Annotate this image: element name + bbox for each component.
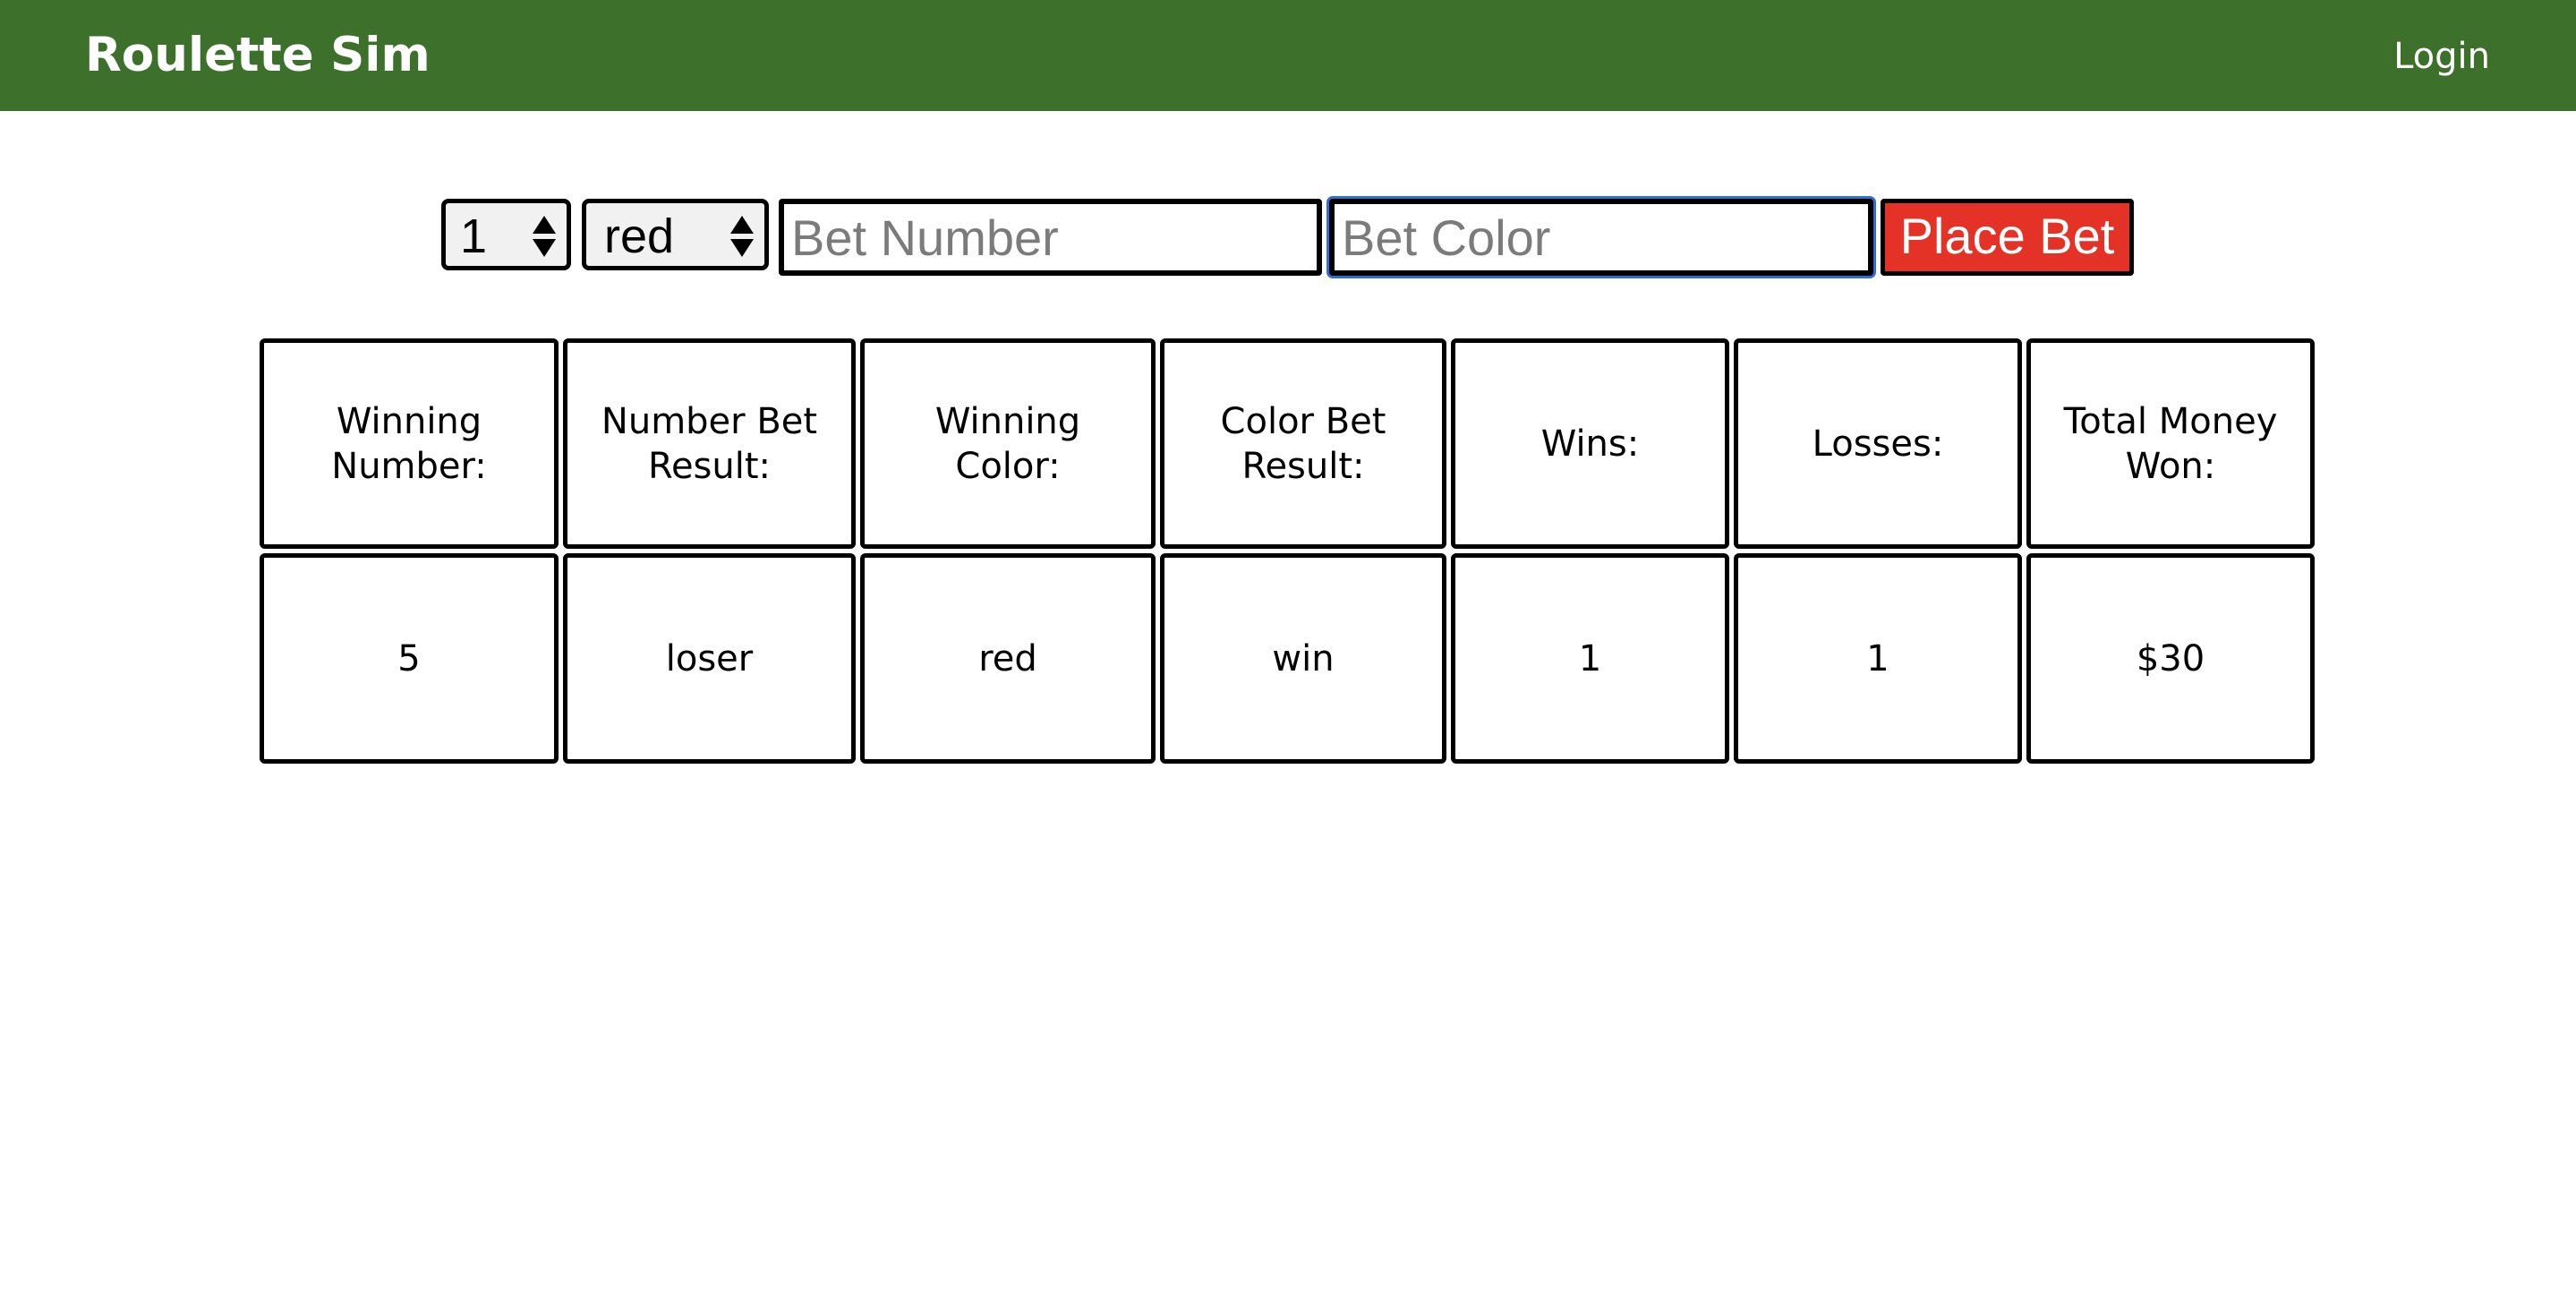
app-title[interactable]: Roulette Sim (85, 0, 431, 111)
value-number-bet-result: loser (563, 553, 856, 764)
results-table: Winning Number: Number Bet Result: Winni… (260, 338, 2315, 765)
value-winning-number: 5 (260, 553, 559, 764)
spinner-down-icon[interactable] (730, 239, 754, 257)
top-navbar: Roulette Sim Login (0, 0, 2576, 111)
header-losses: Losses: (1734, 338, 2022, 549)
value-wins: 1 (1451, 553, 1729, 764)
color-select-value: red (604, 209, 675, 263)
value-total-money-won: $30 (2026, 553, 2315, 764)
bet-color-input[interactable] (1329, 199, 1873, 276)
bet-form: 1 red Place Bet (0, 199, 2576, 276)
color-select-spinner-icon[interactable] (730, 214, 754, 259)
spinner-down-icon[interactable] (533, 239, 556, 257)
header-total-money-won: Total Money Won: (2026, 338, 2315, 549)
bet-number-input[interactable] (779, 199, 1322, 276)
color-select[interactable]: red (582, 199, 769, 270)
value-losses: 1 (1734, 553, 2022, 764)
header-winning-color: Winning Color: (860, 338, 1156, 549)
login-link[interactable]: Login (2393, 0, 2490, 111)
number-select[interactable]: 1 (441, 199, 571, 270)
number-select-spinner-icon[interactable] (533, 214, 556, 259)
header-winning-number: Winning Number: (260, 338, 559, 549)
value-color-bet-result: win (1160, 553, 1446, 764)
header-number-bet-result: Number Bet Result: (563, 338, 856, 549)
value-winning-color: red (860, 553, 1156, 764)
spinner-up-icon[interactable] (730, 216, 754, 234)
header-wins: Wins: (1451, 338, 1729, 549)
spinner-up-icon[interactable] (533, 216, 556, 234)
place-bet-button[interactable]: Place Bet (1881, 199, 2134, 276)
number-select-value: 1 (460, 209, 488, 263)
header-color-bet-result: Color Bet Result: (1160, 338, 1446, 549)
